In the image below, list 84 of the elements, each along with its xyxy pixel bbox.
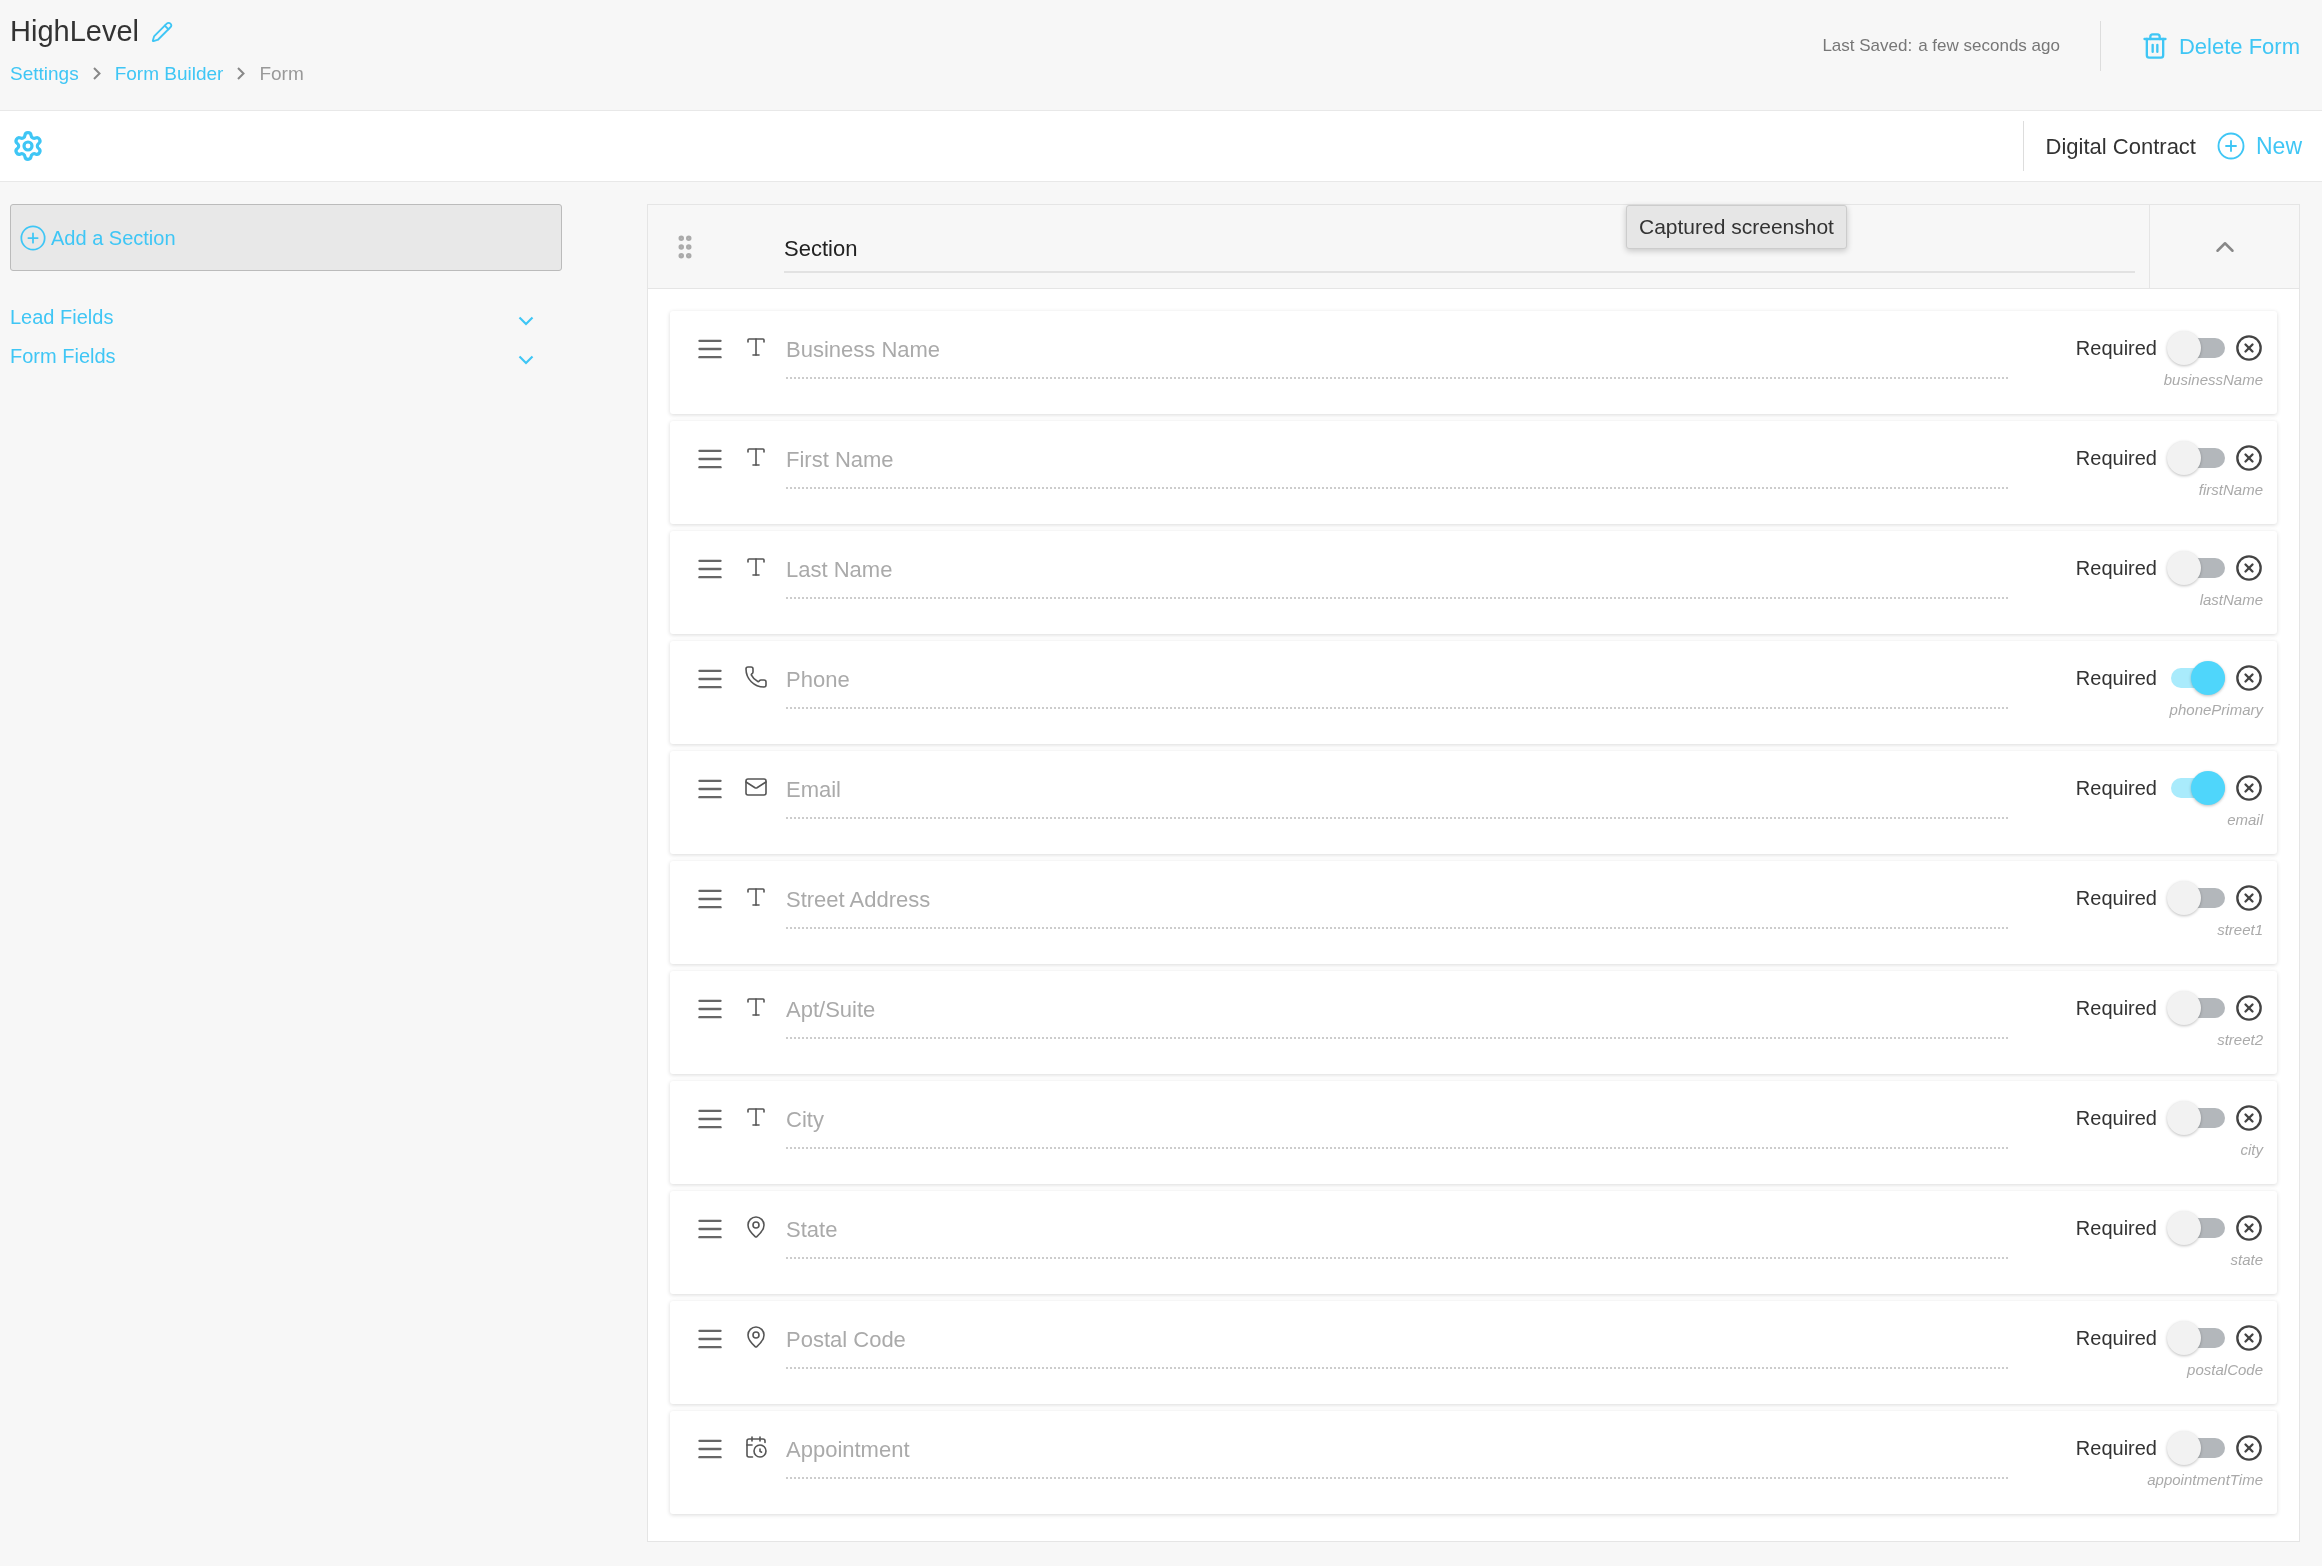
remove-icon[interactable] xyxy=(2235,1104,2263,1132)
remove-icon[interactable] xyxy=(2235,444,2263,472)
remove-icon[interactable] xyxy=(2235,884,2263,912)
remove-icon[interactable] xyxy=(2235,994,2263,1022)
breadcrumb-link[interactable]: Settings xyxy=(10,59,79,88)
map-pin-icon xyxy=(744,1215,768,1239)
remove-icon[interactable] xyxy=(2235,1324,2263,1352)
required-toggle[interactable] xyxy=(2167,1431,2225,1465)
field-label-input[interactable]: Business Name xyxy=(786,331,2008,379)
remove-icon[interactable] xyxy=(2235,1214,2263,1242)
trash-icon xyxy=(2140,32,2169,60)
chevron-right-icon xyxy=(92,67,101,81)
required-label: Required xyxy=(2075,1436,2157,1461)
plus-circle-icon xyxy=(19,223,47,252)
field-label-input[interactable]: First Name xyxy=(786,441,2008,489)
field-label-input[interactable]: Postal Code xyxy=(786,1321,2008,1369)
field-key: postalCode xyxy=(2187,1359,2263,1382)
field-key: city xyxy=(2240,1139,2263,1162)
required-label: Required xyxy=(2075,886,2157,911)
chevron-down-icon xyxy=(518,354,534,365)
breadcrumb-link[interactable]: Form Builder xyxy=(114,59,224,88)
field-label-input[interactable]: Email xyxy=(786,771,2008,819)
field-key: email xyxy=(2227,809,2263,832)
chevron-right-icon xyxy=(237,67,246,81)
required-toggle[interactable] xyxy=(2167,881,2225,915)
field-key: phonePrimary xyxy=(2169,699,2263,722)
required-label: Required xyxy=(2075,1326,2157,1351)
tooltip: Captured screenshot xyxy=(1626,205,1847,249)
field-group-toggle[interactable]: Lead Fields xyxy=(10,297,540,336)
required-label: Required xyxy=(2075,666,2157,691)
text-type-icon xyxy=(744,885,768,909)
last-saved-label: Last Saved: xyxy=(1822,35,1913,58)
field-label-input[interactable]: Appointment xyxy=(786,1431,2008,1479)
text-type-icon xyxy=(744,555,768,579)
field-key: firstName xyxy=(2198,479,2263,502)
required-label: Required xyxy=(2075,996,2157,1021)
required-label: Required xyxy=(2075,1216,2157,1241)
form-type-label: Digital Contract xyxy=(2045,132,2196,161)
app-title: HighLevel xyxy=(10,14,139,49)
remove-icon[interactable] xyxy=(2235,554,2263,582)
field-key: businessName xyxy=(2163,369,2263,392)
phone-icon xyxy=(744,665,768,689)
field-label-input[interactable]: Phone xyxy=(786,661,2008,709)
map-pin-icon xyxy=(744,1325,768,1349)
text-type-icon xyxy=(744,445,768,469)
breadcrumb-current: Form xyxy=(259,61,304,86)
field-key: state xyxy=(2230,1249,2263,1272)
remove-icon[interactable] xyxy=(2235,334,2263,362)
remove-icon[interactable] xyxy=(2235,1434,2263,1462)
remove-icon[interactable] xyxy=(2235,664,2263,692)
required-toggle[interactable] xyxy=(2167,1211,2225,1245)
required-label: Required xyxy=(2075,1106,2157,1131)
field-key: street2 xyxy=(2217,1029,2263,1052)
field-label-input[interactable]: State xyxy=(786,1211,2008,1259)
calendar-clock-icon xyxy=(744,1435,768,1459)
required-toggle[interactable] xyxy=(2167,551,2225,585)
field-key: lastName xyxy=(2199,589,2263,612)
last-saved-time: a few seconds ago xyxy=(1918,35,2060,58)
plus-circle-icon xyxy=(2216,131,2246,161)
field-label-input[interactable]: Street Address xyxy=(786,881,2008,929)
required-label: Required xyxy=(2075,556,2157,581)
field-key: appointmentTime xyxy=(2147,1469,2263,1492)
field-key: street1 xyxy=(2217,919,2263,942)
remove-icon[interactable] xyxy=(2235,774,2263,802)
add-section-button[interactable]: Add a Section xyxy=(10,204,562,271)
required-label: Required xyxy=(2075,446,2157,471)
required-toggle[interactable] xyxy=(2167,1101,2225,1135)
required-toggle[interactable] xyxy=(2167,991,2225,1025)
required-label: Required xyxy=(2075,336,2157,361)
chevron-down-icon xyxy=(518,315,534,326)
required-toggle[interactable] xyxy=(2167,1321,2225,1355)
delete-form-button[interactable]: Delete Form xyxy=(2140,29,2300,63)
field-group-toggle[interactable]: Form Fields xyxy=(10,336,540,375)
field-label-input[interactable]: Last Name xyxy=(786,551,2008,599)
required-toggle[interactable] xyxy=(2167,441,2225,475)
required-label: Required xyxy=(2075,776,2157,801)
field-label-input[interactable]: Apt/Suite xyxy=(786,991,2008,1039)
required-toggle[interactable] xyxy=(2167,331,2225,365)
text-type-icon xyxy=(744,335,768,359)
text-type-icon xyxy=(744,995,768,1019)
envelope-icon xyxy=(744,775,768,799)
field-label-input[interactable]: City xyxy=(786,1101,2008,1149)
new-button[interactable]: New xyxy=(2216,128,2302,164)
text-type-icon xyxy=(744,1105,768,1129)
